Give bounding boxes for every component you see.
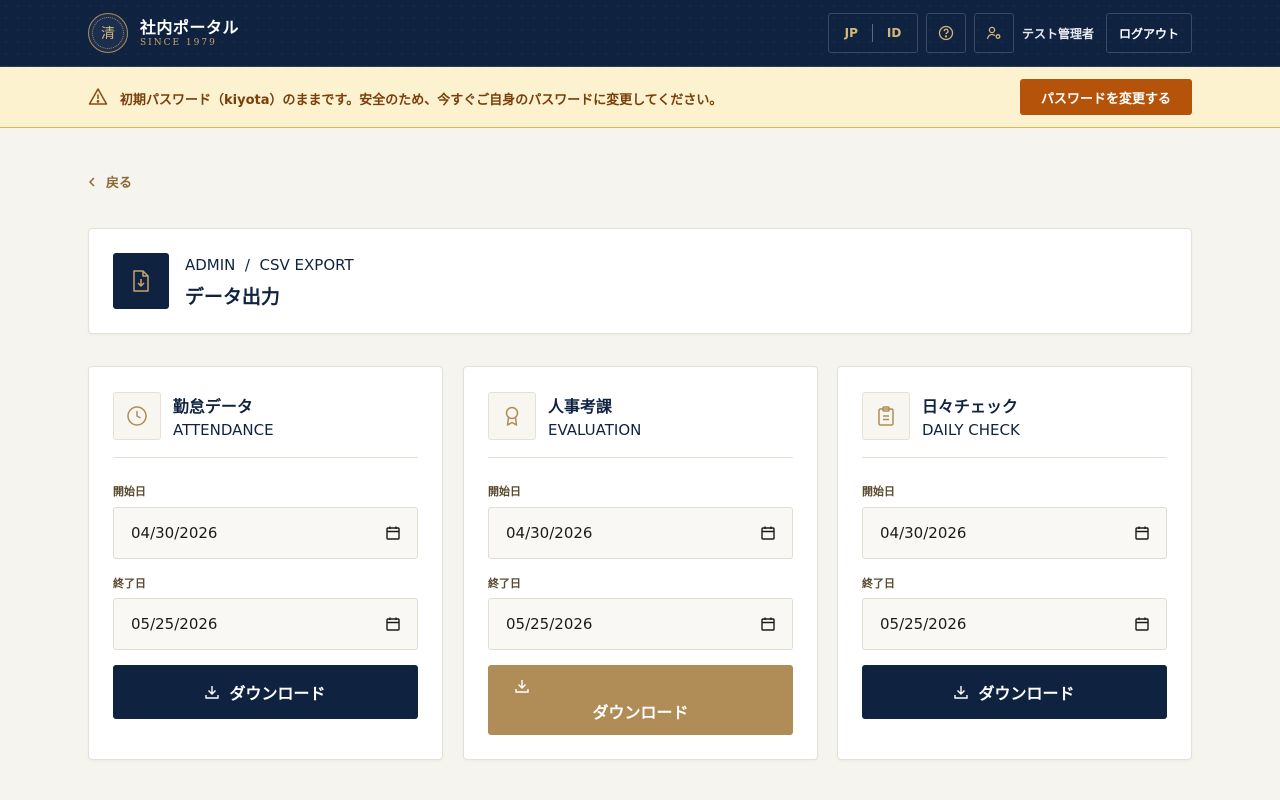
download-button-daily-check[interactable]: ダウンロード <box>862 665 1167 719</box>
end-date-input[interactable]: 05/25/2026 <box>862 598 1167 650</box>
username: テスト管理者 <box>1022 27 1095 41</box>
end-date-value: 05/25/2026 <box>506 615 593 633</box>
brand-title: 社内ポータル <box>140 18 240 37</box>
start-date-input[interactable]: 04/30/2026 <box>488 507 793 559</box>
export-card-attendance: 勤怠データ ATTENDANCE 開始日 04/30/2026 終了日 05/2… <box>88 366 443 760</box>
top-header: 清 社内ポータル SINCE 1979 JP ID テスト管理者 ログアウト <box>0 0 1280 67</box>
download-button-attendance[interactable]: ダウンロード <box>113 665 418 719</box>
logout-button[interactable]: ログアウト <box>1106 13 1192 53</box>
logo-seal: 清 <box>88 13 128 53</box>
end-date-value: 05/25/2026 <box>131 615 218 633</box>
export-card-evaluation: 人事考課 EVALUATION 開始日 04/30/2026 終了日 05/25… <box>463 366 818 760</box>
change-password-button[interactable]: パスワードを変更する <box>1020 79 1192 115</box>
end-date-label: 終了日 <box>862 577 895 590</box>
card-title: 人事考課 <box>548 397 613 416</box>
breadcrumb: ADMIN / CSV EXPORT <box>185 256 354 274</box>
export-card-daily-check: 日々チェック DAILY CHECK 開始日 04/30/2026 終了日 05… <box>837 366 1192 760</box>
lang-separator <box>871 24 873 42</box>
card-title: 勤怠データ <box>173 397 254 416</box>
user-settings-icon <box>986 26 1001 40</box>
end-date-label: 終了日 <box>113 577 146 590</box>
download-icon <box>954 686 969 699</box>
chevron-left-icon <box>88 176 95 187</box>
card-divider <box>113 457 418 458</box>
calendar-icon[interactable] <box>386 526 400 540</box>
warning-icon <box>88 88 108 105</box>
download-icon <box>514 680 529 693</box>
card-title: 日々チェック <box>922 397 1019 416</box>
language-switcher: JP ID <box>828 13 918 53</box>
download-button-evaluation[interactable]: ダウンロード <box>488 665 793 735</box>
start-date-value: 04/30/2026 <box>880 524 967 542</box>
logo-seal-char: 清 <box>92 17 124 49</box>
lang-id-button[interactable]: ID <box>887 26 901 40</box>
password-warning-banner: 初期パスワード（kiyota）のままです。安全のため、今すぐご自身のパスワードに… <box>0 67 1280 128</box>
download-label: ダウンロード <box>978 684 1075 703</box>
download-label: ダウンロード <box>592 703 689 722</box>
start-date-input[interactable]: 04/30/2026 <box>862 507 1167 559</box>
file-download-icon <box>113 253 169 309</box>
start-date-value: 04/30/2026 <box>506 524 593 542</box>
clipboard-icon <box>862 392 910 440</box>
calendar-icon[interactable] <box>1135 526 1149 540</box>
lang-jp-button[interactable]: JP <box>845 26 858 40</box>
back-label: 戻る <box>106 176 133 191</box>
award-icon <box>488 392 536 440</box>
card-subtitle: ATTENDANCE <box>173 421 274 439</box>
start-date-label: 開始日 <box>113 485 146 498</box>
end-date-input[interactable]: 05/25/2026 <box>488 598 793 650</box>
calendar-icon[interactable] <box>761 526 775 540</box>
calendar-icon[interactable] <box>386 617 400 631</box>
card-divider <box>862 457 1167 458</box>
card-divider <box>488 457 793 458</box>
end-date-value: 05/25/2026 <box>880 615 967 633</box>
end-date-input[interactable]: 05/25/2026 <box>113 598 418 650</box>
download-label: ダウンロード <box>229 684 326 703</box>
card-subtitle: EVALUATION <box>548 421 642 439</box>
clock-icon <box>113 392 161 440</box>
page-title: データ出力 <box>185 286 281 308</box>
download-icon <box>205 686 220 699</box>
brand-subtitle: SINCE 1979 <box>140 38 217 48</box>
help-button[interactable] <box>926 13 966 53</box>
page-header-card: ADMIN / CSV EXPORT データ出力 <box>88 228 1192 334</box>
back-link[interactable]: 戻る <box>88 172 132 191</box>
start-date-input[interactable]: 04/30/2026 <box>113 507 418 559</box>
warning-message: 初期パスワード（kiyota）のままです。安全のため、今すぐご自身のパスワードに… <box>120 93 723 108</box>
start-date-label: 開始日 <box>862 485 895 498</box>
card-subtitle: DAILY CHECK <box>922 421 1020 439</box>
start-date-label: 開始日 <box>488 485 521 498</box>
calendar-icon[interactable] <box>761 617 775 631</box>
calendar-icon[interactable] <box>1135 617 1149 631</box>
user-settings-button[interactable] <box>974 13 1014 53</box>
help-icon <box>938 25 954 41</box>
start-date-value: 04/30/2026 <box>131 524 218 542</box>
end-date-label: 終了日 <box>488 577 521 590</box>
